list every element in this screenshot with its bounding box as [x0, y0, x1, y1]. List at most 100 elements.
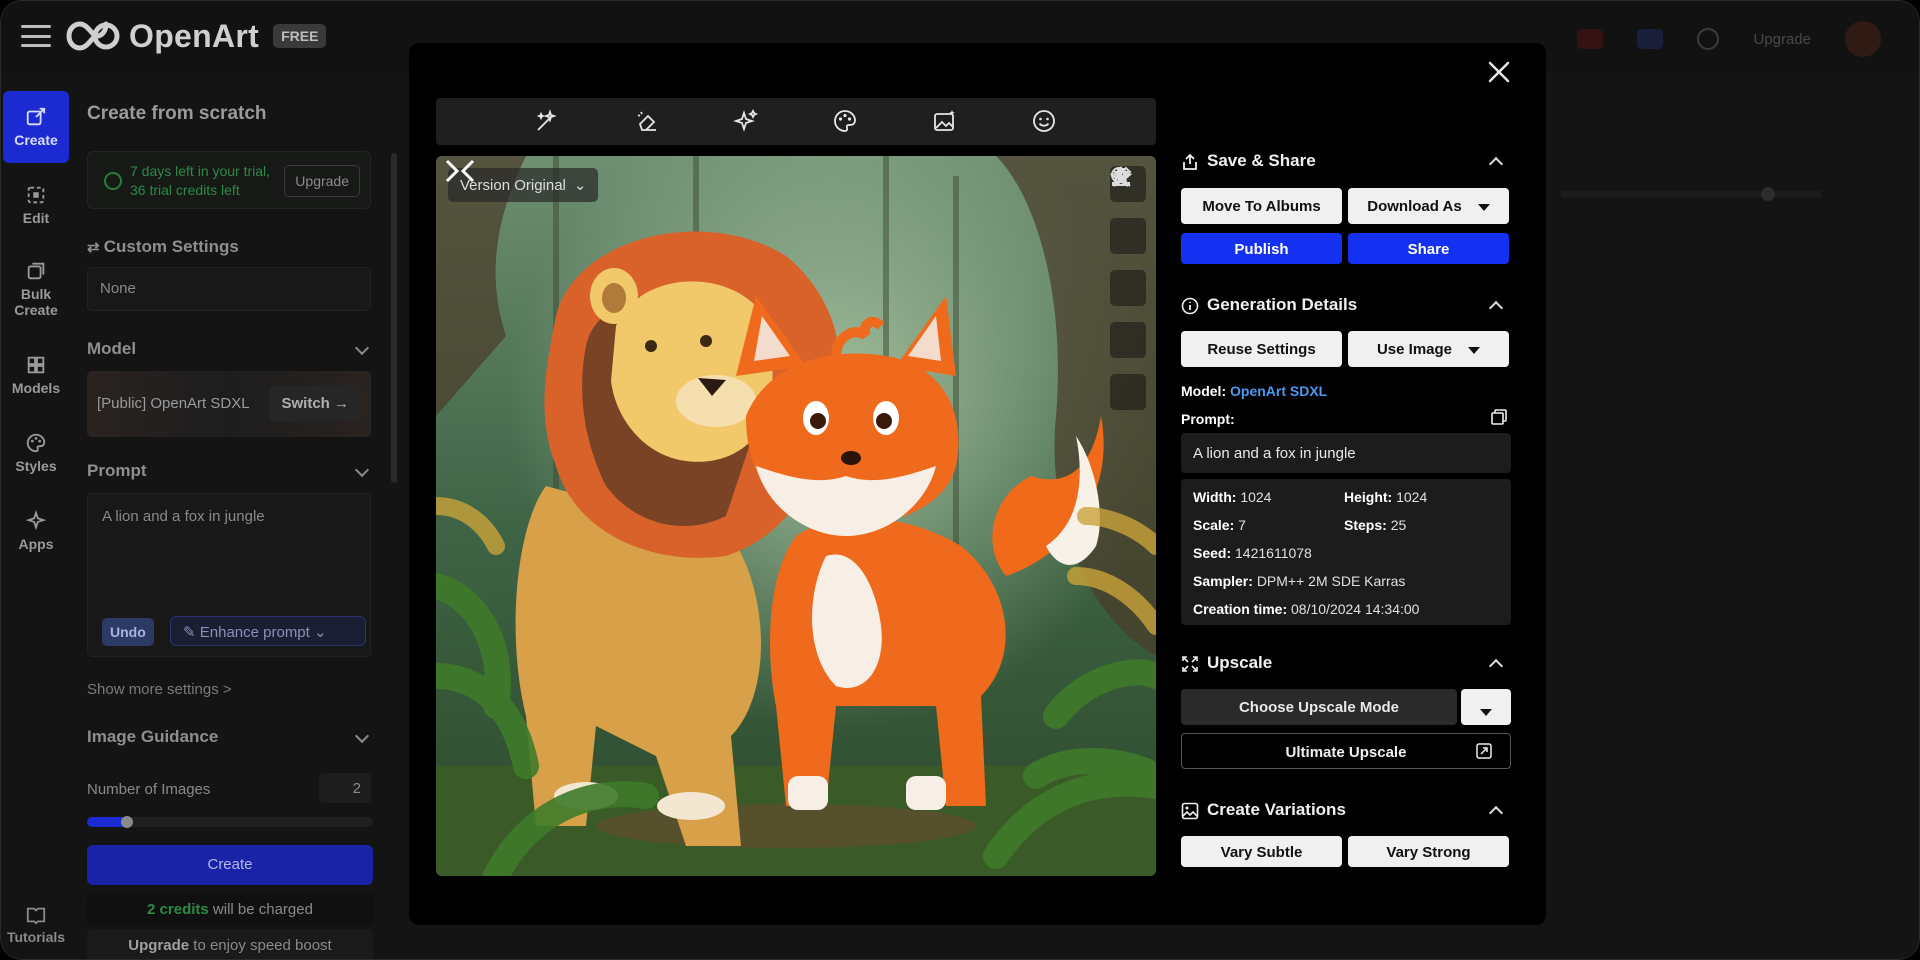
image-edit-icon[interactable]: [932, 108, 958, 134]
rail-item-bulk-create[interactable]: Bulk Create: [3, 247, 69, 331]
choose-upscale-mode-button[interactable]: Choose Upscale Mode: [1181, 689, 1457, 725]
speed-upgrade: Upgrade: [128, 937, 190, 954]
rail-item-edit[interactable]: Edit: [3, 169, 69, 241]
model-link[interactable]: OpenArt SDXL: [1230, 383, 1327, 399]
speed-text: to enjoy speed boost: [189, 937, 332, 954]
prompt-row-label: Prompt:: [1181, 411, 1235, 427]
model-switch-button[interactable]: Switch →: [269, 386, 361, 421]
chevron-down-icon[interactable]: [354, 462, 370, 478]
chevron-up-icon[interactable]: [1488, 156, 1504, 172]
vary-subtle-button[interactable]: Vary Subtle: [1181, 836, 1342, 867]
use-image-label: Use Image: [1376, 341, 1453, 358]
rail-item-create[interactable]: Create: [3, 91, 69, 163]
credits-text: will be charged: [208, 901, 313, 918]
rail-label: Apps: [18, 536, 54, 552]
rail-label: Styles: [15, 458, 57, 474]
sampler-value: DPM++ 2M SDE Karras: [1256, 573, 1406, 589]
star-icon[interactable]: [1110, 166, 1146, 410]
trial-notice: 7 days left in your trial, 36 trial cred…: [87, 151, 371, 209]
rail-item-models[interactable]: Models: [3, 339, 69, 411]
enhance-prompt-button[interactable]: ✎ Enhance prompt ⌄: [170, 616, 366, 646]
help-icon[interactable]: [1697, 28, 1720, 50]
logo[interactable]: OpenArt FREE: [63, 17, 327, 55]
chevron-up-icon[interactable]: [1488, 805, 1504, 821]
next-arrow-icon[interactable]: [436, 156, 466, 186]
upscale-dropdown-button[interactable]: [1461, 689, 1511, 725]
switch-label: Switch: [281, 395, 330, 412]
upscale-header[interactable]: Upscale: [1181, 653, 1511, 677]
download-icon[interactable]: [1110, 169, 1146, 306]
move-to-albums-button[interactable]: Move To Albums: [1181, 188, 1342, 224]
chevron-down-icon: ⌄: [573, 177, 587, 194]
edit-icon: [27, 186, 45, 204]
trash-icon[interactable]: [1110, 168, 1146, 358]
chevron-up-icon[interactable]: [1488, 300, 1504, 316]
magic-wand-icon[interactable]: [534, 108, 560, 134]
scale-key: Scale:: [1193, 517, 1235, 533]
palette-icon[interactable]: [832, 108, 858, 134]
background-slider-handle: [1761, 187, 1775, 201]
openart-logo-icon: [66, 21, 120, 51]
rail-item-styles[interactable]: Styles: [3, 417, 69, 489]
generated-image[interactable]: Version Original ⌄: [436, 156, 1156, 876]
chevron-down-icon[interactable]: [354, 728, 370, 744]
seed-key: Seed:: [1193, 545, 1232, 561]
publish-button[interactable]: Publish: [1181, 233, 1342, 264]
speed-boost-notice[interactable]: Upgrade to enjoy speed boost: [87, 929, 373, 959]
share-button[interactable]: Share: [1348, 233, 1509, 264]
book-icon: [26, 907, 46, 925]
use-image-button[interactable]: Use Image: [1348, 331, 1509, 367]
model-card[interactable]: [Public] OpenArt SDXL Switch →: [87, 371, 371, 437]
eraser-icon[interactable]: [634, 108, 660, 134]
chevron-down-icon[interactable]: [354, 340, 370, 356]
lion-fox-illustration: [436, 156, 1156, 876]
save-share-header[interactable]: Save & Share: [1181, 151, 1511, 175]
generation-details-header[interactable]: Generation Details: [1181, 295, 1511, 319]
number-of-images-input[interactable]: 2: [319, 773, 371, 803]
expand-icon: [1182, 656, 1198, 672]
creation-key: Creation time:: [1193, 601, 1288, 617]
rail-item-tutorials[interactable]: Tutorials: [1, 905, 71, 945]
youtube-icon[interactable]: [1577, 29, 1604, 49]
ultimate-upscale-button[interactable]: Ultimate Upscale: [1181, 733, 1511, 769]
create-variations-header[interactable]: Create Variations: [1181, 800, 1511, 824]
copy-icon[interactable]: [1491, 409, 1507, 425]
reuse-settings-button[interactable]: Reuse Settings: [1181, 331, 1342, 367]
avatar[interactable]: [1845, 21, 1881, 57]
model-key: Model:: [1181, 383, 1227, 399]
custom-settings-select[interactable]: None: [87, 267, 371, 311]
prompt-input[interactable]: A lion and a fox in jungle Undo ✎ Enhanc…: [87, 493, 371, 657]
vary-strong-button[interactable]: Vary Strong: [1348, 836, 1509, 867]
section-title: Create Variations: [1207, 800, 1346, 819]
chevron-up-icon[interactable]: [1488, 658, 1504, 674]
top-upgrade-link[interactable]: Upgrade: [1753, 31, 1811, 48]
panel-scrollbar[interactable]: [391, 153, 397, 483]
sparkles-icon[interactable]: [733, 108, 759, 134]
discord-icon[interactable]: [1637, 29, 1664, 49]
pencil-icon[interactable]: [1110, 166, 1146, 254]
undo-button[interactable]: Undo: [102, 618, 154, 646]
rail-label: Models: [11, 380, 61, 396]
steps-key: Steps:: [1344, 517, 1387, 533]
height-key: Height:: [1344, 489, 1393, 505]
show-more-settings-link[interactable]: Show more settings >: [87, 681, 232, 698]
download-as-button[interactable]: Download As: [1348, 188, 1509, 224]
model-row: Model: OpenArt SDXL: [1181, 383, 1327, 399]
trial-credits: 36 trial credits left: [130, 182, 240, 198]
rail-item-apps[interactable]: Apps: [3, 495, 69, 567]
image-detail-modal: Version Original ⌄ Save & Share Move To …: [409, 43, 1546, 925]
sliders-icon: ⇄: [87, 239, 104, 256]
number-of-images-slider[interactable]: [87, 816, 373, 828]
trial-upgrade-button[interactable]: Upgrade: [284, 165, 360, 197]
custom-settings-label: ⇄ Custom Settings: [87, 237, 239, 257]
face-icon[interactable]: [1031, 108, 1057, 134]
image-toolbar: [436, 98, 1156, 145]
image-guidance-label: Image Guidance: [87, 727, 219, 746]
share-icon: [1183, 153, 1197, 170]
height-row: Height: 1024: [1344, 489, 1427, 505]
create-button[interactable]: Create: [87, 845, 373, 885]
close-icon[interactable]: [1484, 57, 1514, 87]
slider-handle[interactable]: [121, 816, 133, 828]
custom-settings-value: None: [100, 280, 136, 297]
hamburger-menu-icon[interactable]: [21, 25, 51, 47]
